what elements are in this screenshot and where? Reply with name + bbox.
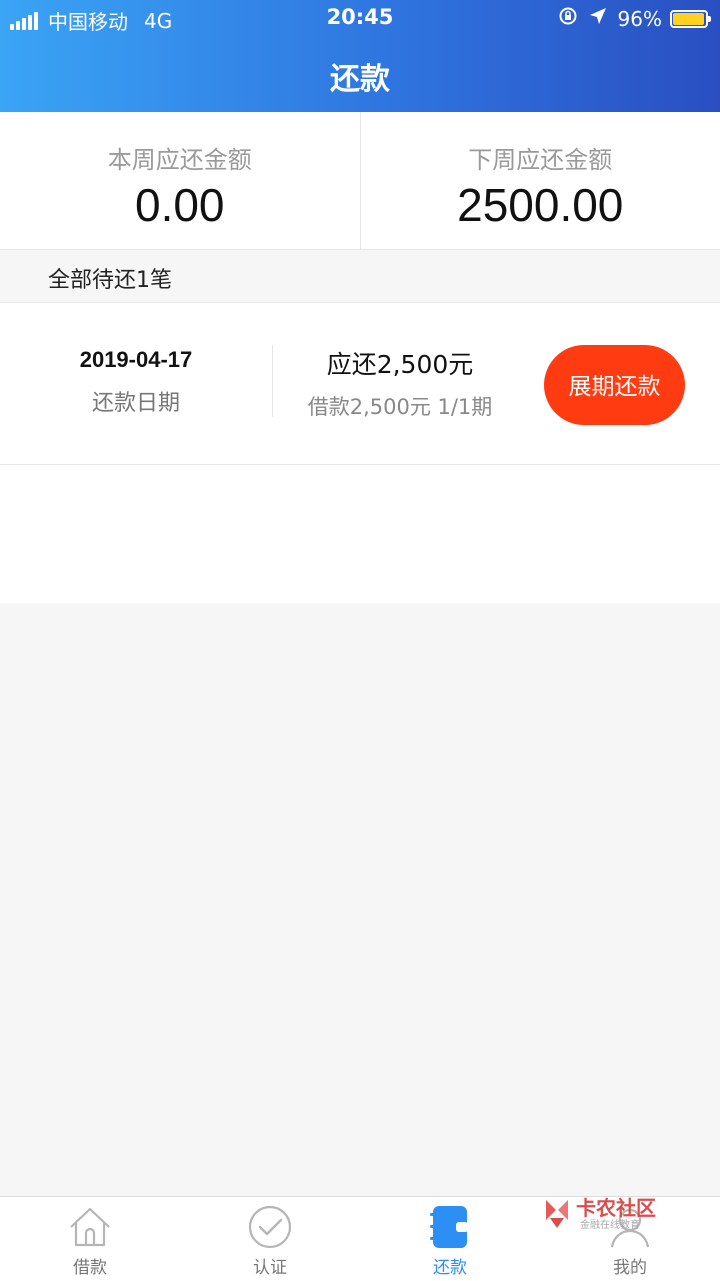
tab-label: 还款 <box>360 1253 540 1278</box>
list-item[interactable]: 2019-04-17 还款日期 应还2,500元 借款2,500元 1/1期 展… <box>0 303 720 465</box>
battery-fill <box>673 13 704 25</box>
page-title: 还款 <box>0 54 720 98</box>
next-week-amount: 2500.00 <box>361 178 720 232</box>
rotation-lock-icon <box>558 6 578 31</box>
home-icon <box>66 1203 114 1251</box>
tab-label: 我的 <box>540 1253 720 1278</box>
tab-verify[interactable]: 认证 <box>180 1197 360 1281</box>
watermark-subtitle: 金融在线教育 <box>580 1216 640 1231</box>
due-date-block: 2019-04-17 还款日期 <box>0 303 272 464</box>
pending-count-text: 全部待还1笔 <box>48 262 172 294</box>
check-circle-icon <box>246 1203 294 1251</box>
next-week-summary: 下周应还金额 2500.00 <box>360 112 720 249</box>
tab-label: 借款 <box>0 1253 180 1278</box>
amount-block: 应还2,500元 借款2,500元 1/1期 <box>273 303 527 464</box>
pending-count-row: 全部待还1笔 <box>0 250 720 303</box>
this-week-amount: 0.00 <box>0 178 360 232</box>
battery-percent: 96% <box>618 7 662 31</box>
tab-repay[interactable]: 还款 <box>360 1197 540 1281</box>
wallet-icon <box>426 1203 474 1251</box>
next-week-label: 下周应还金额 <box>361 140 720 175</box>
amount-due: 应还2,500元 <box>273 345 527 381</box>
due-date-label: 还款日期 <box>0 385 272 417</box>
due-date: 2019-04-17 <box>0 347 272 373</box>
battery-icon <box>670 10 708 28</box>
watermark-logo-icon <box>540 1196 574 1230</box>
header: 中国移动 4G 20:45 96% 还款 <box>0 0 720 112</box>
loan-list: 2019-04-17 还款日期 应还2,500元 借款2,500元 1/1期 展… <box>0 303 720 603</box>
location-arrow-icon <box>588 6 608 31</box>
this-week-label: 本周应还金额 <box>0 140 360 175</box>
status-bar: 中国移动 4G 20:45 96% <box>0 0 720 36</box>
this-week-summary: 本周应还金额 0.00 <box>0 112 360 249</box>
extend-repayment-button[interactable]: 展期还款 <box>544 345 685 425</box>
tab-borrow[interactable]: 借款 <box>0 1197 180 1281</box>
tab-label: 认证 <box>180 1253 360 1278</box>
repayment-summary: 本周应还金额 0.00 下周应还金额 2500.00 <box>0 112 720 250</box>
loan-info: 借款2,500元 1/1期 <box>273 391 527 421</box>
watermark: 卡农社区 金融在线教育 <box>540 1190 665 1236</box>
status-right: 96% <box>558 6 708 31</box>
